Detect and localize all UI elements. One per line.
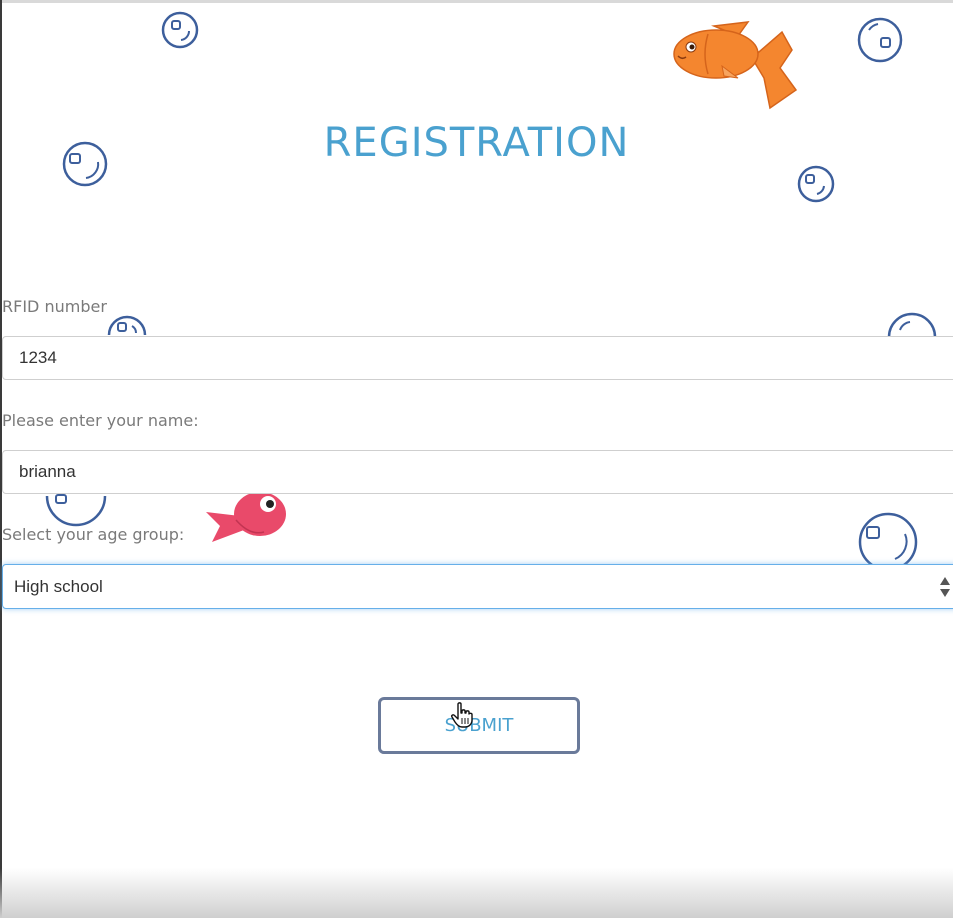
hand-pointer-icon — [451, 702, 473, 728]
bubble-icon — [797, 165, 835, 203]
submit-button[interactable]: SUBMIT — [378, 697, 580, 754]
age-group-selected-value: High school — [14, 577, 103, 596]
bubble-icon — [887, 312, 937, 338]
bubble-icon — [858, 512, 918, 566]
rfid-label: RFID number — [2, 297, 107, 316]
select-arrows-icon — [940, 577, 950, 597]
name-input[interactable] — [2, 450, 953, 494]
page-title: REGISTRATION — [323, 120, 630, 166]
name-label: Please enter your name: — [2, 411, 199, 430]
pink-fish-icon — [206, 492, 286, 542]
age-group-label: Select your age group: — [2, 525, 185, 544]
bubble-icon — [857, 17, 903, 63]
bubble-icon — [161, 11, 199, 49]
top-divider — [0, 0, 953, 3]
orange-fish-icon — [673, 21, 798, 110]
age-group-select[interactable]: High school — [2, 564, 953, 609]
bubble-icon — [107, 315, 147, 336]
rfid-input[interactable] — [2, 336, 953, 380]
bottom-shadow — [0, 868, 953, 918]
registration-page: REGISTRATION RFID number Please enter yo… — [0, 0, 953, 918]
